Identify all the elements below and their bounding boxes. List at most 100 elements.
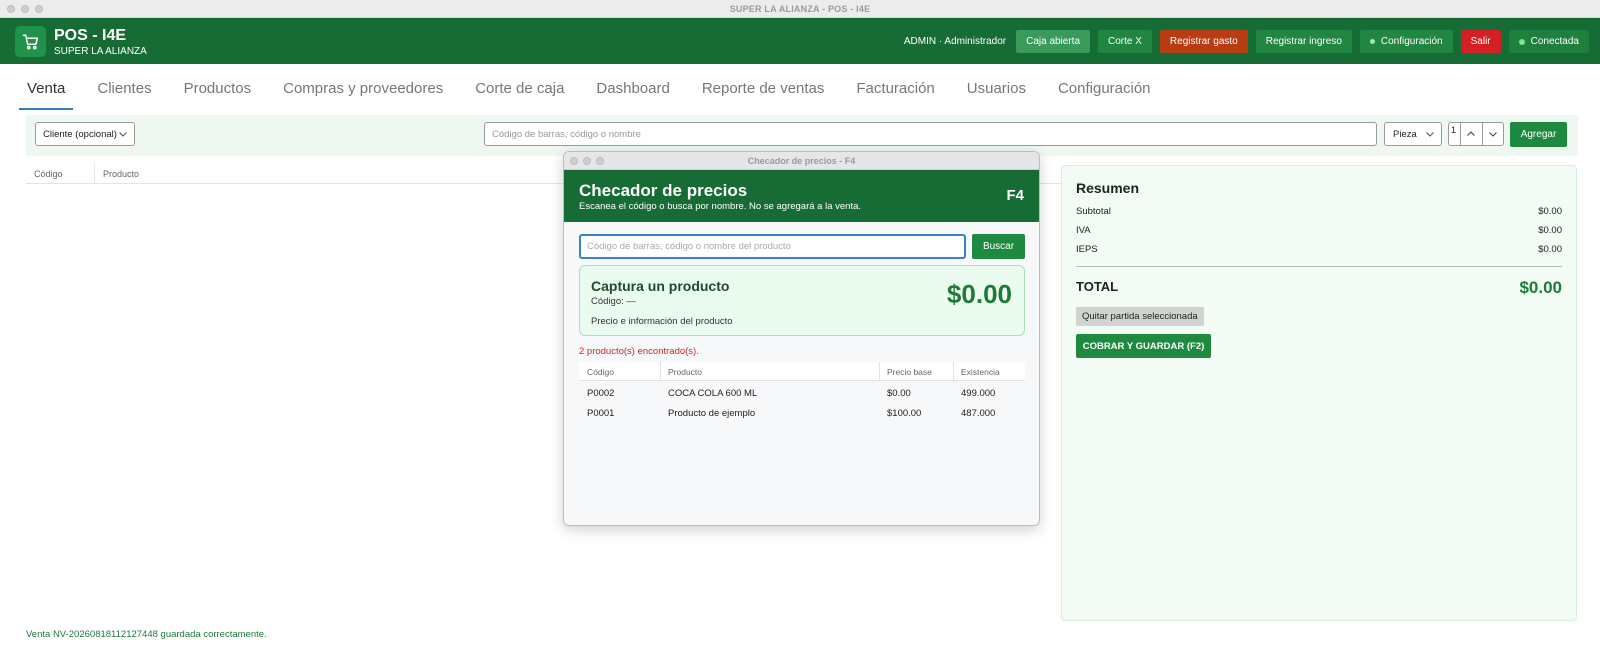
product-search-input[interactable]: Código de barras, código o nombre (484, 122, 1377, 146)
settings-dot-icon (1369, 39, 1375, 44)
summary-subtotal-row: Subtotal $0.00 (1076, 206, 1562, 217)
charge-and-save-button[interactable]: COBRAR Y GUARDAR (F2) (1076, 334, 1211, 358)
close-window-icon[interactable] (7, 5, 15, 13)
column-divider (94, 163, 95, 184)
tab-facturacion[interactable]: Facturación (848, 80, 942, 104)
results-col-product: Producto (668, 367, 703, 377)
status-message: Venta NV-20260818112127448 guardada corr… (26, 629, 267, 640)
tab-clientes[interactable]: Clientes (89, 80, 159, 104)
unit-select-value: Pieza (1393, 128, 1417, 140)
brand-title: POS - I4E (54, 27, 127, 44)
quantity-stepper[interactable]: 1 (1448, 122, 1504, 146)
app-header: POS - I4E SUPER LA ALIANZA ADMIN · Admin… (0, 18, 1600, 64)
row-code: P0002 (587, 388, 615, 399)
summary-iva-row: IVA $0.00 (1076, 225, 1562, 236)
dialog-title: Checador de precios (579, 181, 748, 200)
summary-row-value: $0.00 (1538, 206, 1562, 217)
minimize-dialog-icon[interactable] (583, 157, 591, 165)
row-price: $0.00 (887, 388, 911, 399)
summary-row-value: $0.00 (1538, 225, 1562, 236)
tab-configuracion[interactable]: Configuración (1050, 80, 1159, 104)
window-titlebar: SUPER LA ALIANZA - POS - I4E (0, 0, 1600, 18)
sale-toolbar: Cliente (opcional) Código de barras, cód… (26, 115, 1578, 156)
price-card-price: $0.00 (946, 279, 1012, 309)
row-stock: 487.000 (961, 408, 996, 419)
corte-x-button[interactable]: Corte X (1098, 30, 1152, 53)
dialog-window-controls[interactable] (570, 157, 604, 165)
tab-compras[interactable]: Compras y proveedores (275, 80, 451, 104)
table-row[interactable]: P0001 Producto de ejemplo $100.00 487.00… (579, 403, 1025, 423)
results-col-code: Código (587, 367, 614, 377)
tab-corte-caja[interactable]: Corte de caja (467, 80, 572, 104)
remove-line-button[interactable]: Quitar partida seleccionada (1076, 307, 1204, 326)
current-user: ADMIN · Administrador (903, 36, 1007, 47)
client-select-value: Cliente (opcional) (43, 128, 117, 140)
dialog-subtitle: Escanea el código o busca por nombre. No… (579, 201, 862, 212)
summary-row-value: $0.00 (1538, 244, 1562, 255)
tab-venta[interactable]: Venta (19, 80, 74, 110)
price-search-button[interactable]: Buscar (972, 234, 1025, 259)
tab-dashboard[interactable]: Dashboard (588, 80, 677, 104)
summary-divider (1076, 266, 1562, 267)
product-price-card: Captura un producto Código: — Precio e i… (579, 265, 1025, 336)
brand-subtitle: SUPER LA ALIANZA (54, 46, 147, 57)
results-count: 2 producto(s) encontrado(s). (579, 346, 699, 357)
chevron-down-icon (1425, 129, 1435, 139)
main-tabs: Venta Clientes Productos Compras y prove… (19, 80, 1175, 110)
dialog-titlebar: Checador de precios - F4 (564, 152, 1039, 170)
summary-ieps-row: IEPS $0.00 (1076, 244, 1562, 255)
summary-title: Resumen (1076, 180, 1140, 196)
dialog-shortcut: F4 (1006, 187, 1024, 204)
connection-dot-icon (1518, 38, 1525, 45)
price-card-title: Captura un producto (591, 278, 730, 294)
column-divider (660, 362, 661, 381)
register-income-button[interactable]: Registrar ingreso (1255, 30, 1352, 53)
connection-status-label: Conectada (1530, 36, 1579, 47)
cart-col-product: Producto (103, 169, 140, 179)
window-controls[interactable] (7, 5, 43, 13)
summary-row-label: IEPS (1076, 244, 1098, 255)
zoom-dialog-icon[interactable] (596, 157, 604, 165)
connection-status-badge: Conectada (1508, 30, 1589, 53)
table-row[interactable]: P0002 COCA COLA 600 ML $0.00 499.000 (579, 383, 1025, 403)
quantity-decrement-icon[interactable] (1483, 123, 1504, 145)
summary-row-label: IVA (1076, 225, 1091, 236)
client-select[interactable]: Cliente (opcional) (35, 122, 135, 146)
price-card-code: Código: — (591, 296, 636, 307)
price-checker-dialog: Checador de precios - F4 Checador de pre… (563, 151, 1040, 526)
dialog-window-title: Checador de precios - F4 (747, 155, 856, 166)
cart-col-code: Código (34, 169, 63, 179)
zoom-window-icon[interactable] (35, 5, 43, 13)
summary-panel: Resumen Subtotal $0.00 IVA $0.00 IEPS $0… (1061, 165, 1577, 621)
summary-row-label: Subtotal (1076, 206, 1111, 217)
chevron-down-icon (118, 129, 128, 139)
price-card-info: Precio e información del producto (591, 316, 733, 327)
settings-button[interactable]: Configuración (1359, 30, 1453, 53)
register-expense-button[interactable]: Registrar gasto (1159, 30, 1248, 53)
column-divider (879, 362, 880, 381)
cash-register-open-button[interactable]: Caja abierta (1016, 30, 1091, 53)
column-divider (953, 362, 954, 381)
dialog-header: Checador de precios Escanea el código o … (564, 170, 1039, 222)
settings-button-label: Configuración (1380, 36, 1443, 47)
results-col-stock: Existencia (961, 367, 1000, 377)
logout-button[interactable]: Salir (1460, 30, 1501, 53)
unit-select[interactable]: Pieza (1384, 122, 1442, 146)
summary-total-value: $0.00 (1519, 278, 1562, 297)
summary-total-label: TOTAL (1076, 279, 1119, 294)
minimize-window-icon[interactable] (21, 5, 29, 13)
row-price: $100.00 (887, 408, 922, 419)
window-title: SUPER LA ALIANZA - POS - I4E (729, 3, 871, 14)
add-product-button[interactable]: Agregar (1510, 122, 1567, 147)
quantity-increment-icon[interactable] (1461, 123, 1483, 145)
results-table: Código Producto Precio base Existencia P… (579, 362, 1025, 423)
quantity-value[interactable]: 1 (1449, 123, 1461, 145)
close-dialog-icon[interactable] (570, 157, 578, 165)
row-product: Producto de ejemplo (668, 408, 756, 419)
tab-usuarios[interactable]: Usuarios (959, 80, 1034, 104)
row-stock: 499.000 (961, 388, 996, 399)
price-search-input[interactable]: Código de barras, código o nombre del pr… (579, 234, 966, 259)
tab-productos[interactable]: Productos (176, 80, 260, 104)
cart-logo-icon (15, 26, 46, 57)
tab-reporte-ventas[interactable]: Reporte de ventas (694, 80, 833, 104)
